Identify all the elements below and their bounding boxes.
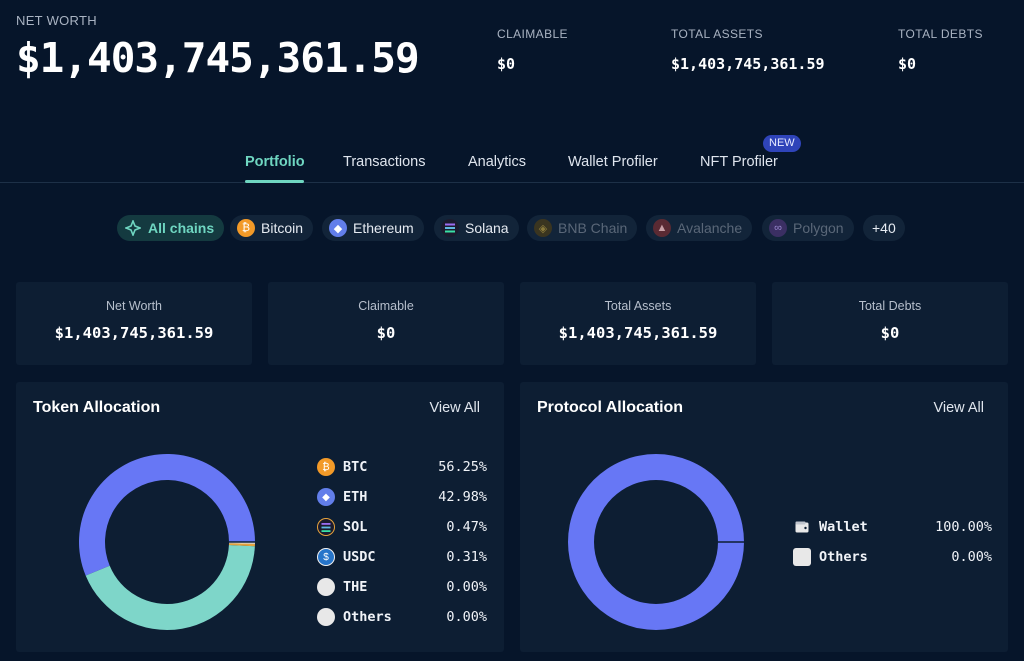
net-worth-value: $1,403,745,361.59 — [16, 34, 420, 82]
legend-name: Others — [343, 609, 392, 625]
stat-label: TOTAL DEBTS — [898, 27, 983, 41]
others-icon — [317, 608, 335, 626]
legend-name: SOL — [343, 519, 368, 535]
chain-filter-polygon[interactable]: ∞ Polygon — [762, 215, 854, 241]
stat-label: CLAIMABLE — [497, 27, 568, 41]
chain-label: All chains — [148, 220, 215, 236]
donut-slice-wallet — [568, 454, 744, 630]
tab-transactions[interactable]: Transactions — [343, 154, 425, 170]
chain-filter-solana[interactable]: Solana — [434, 215, 519, 241]
legend-row-btc: ₿ BTC 56.25% — [317, 457, 487, 477]
card-total-assets: Total Assets $1,403,745,361.59 — [520, 282, 756, 365]
chain-label: Solana — [465, 220, 509, 236]
legend-name: ETH — [343, 489, 368, 505]
chain-label: BNB Chain — [558, 220, 628, 236]
new-badge: NEW — [763, 135, 801, 152]
legend-pct: 100.00% — [935, 519, 992, 535]
btc-icon: ₿ — [317, 458, 335, 476]
card-label: Total Assets — [604, 299, 672, 313]
protocol-view-all-link[interactable]: View All — [933, 400, 984, 416]
sol-icon — [317, 518, 335, 536]
chain-filter-bnb[interactable]: ◈ BNB Chain — [527, 215, 638, 241]
bnb-icon: ◈ — [534, 219, 552, 237]
legend-name: Wallet — [819, 519, 868, 535]
card-value: $0 — [880, 324, 900, 342]
token-view-all-link[interactable]: View All — [429, 400, 480, 416]
legend-pct: 0.31% — [446, 549, 487, 565]
header-stat-total-debts: TOTAL DEBTS $0 — [898, 27, 983, 73]
legend-pct: 0.00% — [446, 579, 487, 595]
legend-row-usdc: $ USDC 0.31% — [317, 547, 487, 567]
all-chains-icon — [124, 219, 142, 237]
legend-row-eth: ◆ ETH 42.98% — [317, 487, 487, 507]
chain-label: +40 — [872, 220, 896, 236]
chain-label: Avalanche — [677, 220, 743, 236]
chain-filter-ethereum[interactable]: ◆ Ethereum — [322, 215, 424, 241]
protocol-allocation-title: Protocol Allocation — [537, 399, 684, 416]
legend-pct: 0.47% — [446, 519, 487, 535]
legend-row-protocol-others: Others 0.00% — [793, 547, 992, 567]
header-stat-claimable: CLAIMABLE $0 — [497, 27, 568, 73]
token-allocation-title: Token Allocation — [33, 399, 161, 416]
tab-wallet-profiler[interactable]: Wallet Profiler — [568, 154, 658, 170]
tab-nft-profiler[interactable]: NFT Profiler — [700, 154, 778, 170]
active-tab-indicator — [245, 180, 304, 183]
chain-filter-more[interactable]: +40 — [863, 215, 905, 241]
the-icon — [317, 578, 335, 596]
card-label: Claimable — [358, 299, 414, 313]
bitcoin-icon: ₿ — [237, 219, 255, 237]
solana-icon — [441, 219, 459, 237]
stat-value: $0 — [497, 55, 516, 73]
legend-pct: 56.25% — [438, 459, 487, 475]
legend-pct: 0.00% — [446, 609, 487, 625]
protocol-allocation-donut — [568, 454, 744, 630]
card-value: $1,403,745,361.59 — [558, 324, 718, 342]
legend-name: BTC — [343, 459, 368, 475]
card-claimable: Claimable $0 — [268, 282, 504, 365]
chain-filter-all[interactable]: All chains — [117, 215, 225, 241]
legend-name: Others — [819, 549, 868, 565]
tab-analytics[interactable]: Analytics — [468, 154, 526, 170]
chain-filter-avalanche[interactable]: ▲ Avalanche — [646, 215, 753, 241]
donut-slice-eth — [85, 545, 255, 630]
others-icon — [793, 548, 811, 566]
legend-row-wallet: Wallet 100.00% — [793, 517, 992, 537]
eth-icon: ◆ — [317, 488, 335, 506]
legend-name: THE — [343, 579, 368, 595]
legend-row-others: Others 0.00% — [317, 607, 487, 627]
legend-pct: 0.00% — [951, 549, 992, 565]
main-tabs: Portfolio Transactions Analytics Wallet … — [0, 140, 1024, 183]
protocol-allocation-panel: Protocol Allocation View All Wallet 100.… — [520, 382, 1008, 652]
legend-row-sol: SOL 0.47% — [317, 517, 487, 537]
card-net-worth: Net Worth $1,403,745,361.59 — [16, 282, 252, 365]
tab-portfolio[interactable]: Portfolio — [245, 154, 305, 170]
stat-value: $0 — [898, 55, 917, 73]
header-stat-total-assets: TOTAL ASSETS $1,403,745,361.59 — [671, 27, 825, 73]
card-label: Total Debts — [858, 299, 922, 313]
token-allocation-panel: Token Allocation View All ₿ BTC 56.25% ◆… — [16, 382, 504, 652]
stat-label: TOTAL ASSETS — [671, 27, 763, 41]
polygon-icon: ∞ — [769, 219, 787, 237]
legend-row-the: THE 0.00% — [317, 577, 487, 597]
chain-filter-bitcoin[interactable]: ₿ Bitcoin — [230, 215, 314, 241]
token-allocation-donut — [78, 454, 255, 630]
stat-value: $1,403,745,361.59 — [671, 55, 825, 73]
wallet-icon — [793, 518, 811, 536]
chain-label: Ethereum — [353, 220, 414, 236]
card-label: Net Worth — [105, 299, 163, 313]
legend-name: USDC — [343, 549, 376, 565]
avalanche-icon: ▲ — [653, 219, 671, 237]
card-total-debts: Total Debts $0 — [772, 282, 1008, 365]
card-value: $0 — [376, 324, 396, 342]
ethereum-icon: ◆ — [329, 219, 347, 237]
card-value: $1,403,745,361.59 — [54, 324, 214, 342]
chain-label: Polygon — [793, 220, 844, 236]
legend-pct: 42.98% — [438, 489, 487, 505]
chain-label: Bitcoin — [261, 220, 304, 236]
usdc-icon: $ — [317, 548, 335, 566]
net-worth-label: NET WORTH — [16, 13, 97, 28]
